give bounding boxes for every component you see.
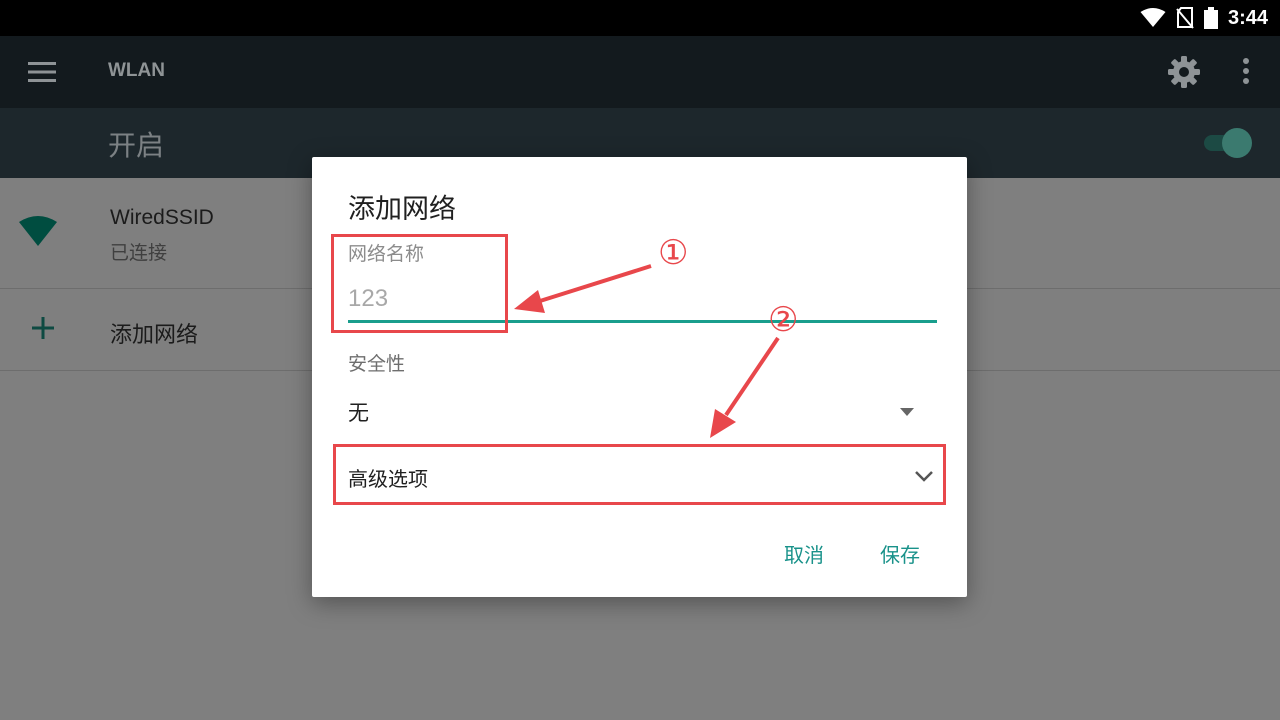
wlan-toggle[interactable]: [1204, 128, 1256, 158]
sim-none-icon: [1176, 7, 1194, 29]
switch-label: 开启: [108, 129, 165, 162]
toggle-thumb: [1222, 128, 1252, 158]
annotation-marker-2: ②: [768, 300, 799, 340]
network-status: 已连接: [110, 242, 168, 264]
annotation-box-advanced: [333, 444, 946, 505]
security-select[interactable]: 无: [348, 397, 369, 427]
save-button[interactable]: 保存: [880, 539, 920, 568]
plus-icon: [32, 317, 54, 339]
network-ssid: WiredSSID: [110, 206, 214, 229]
app-toolbar: WLAN: [0, 36, 1280, 108]
dropdown-arrow-icon[interactable]: [899, 407, 915, 417]
status-time: 3:44: [1227, 6, 1268, 29]
cancel-button[interactable]: 取消: [784, 539, 824, 568]
menu-icon[interactable]: [28, 62, 56, 82]
security-label: 安全性: [348, 353, 406, 375]
wifi-full-icon: [1140, 8, 1166, 27]
annotation-box-ssid: [331, 234, 508, 333]
dialog-title: 添加网络: [348, 194, 456, 225]
battery-icon: [1203, 7, 1218, 29]
add-network-label: 添加网络: [110, 323, 199, 348]
annotation-marker-1: ①: [658, 233, 689, 273]
status-bar: 3:44: [0, 0, 1280, 36]
more-vert-icon[interactable]: [1236, 56, 1256, 88]
page-title: WLAN: [108, 60, 165, 81]
add-network-dialog: 添加网络 网络名称 123 安全性 无 高级选项 取消 保存: [312, 157, 967, 597]
status-icons: 3:44: [1140, 0, 1268, 36]
gear-icon[interactable]: [1166, 54, 1202, 90]
wifi-signal-icon: [19, 216, 57, 246]
